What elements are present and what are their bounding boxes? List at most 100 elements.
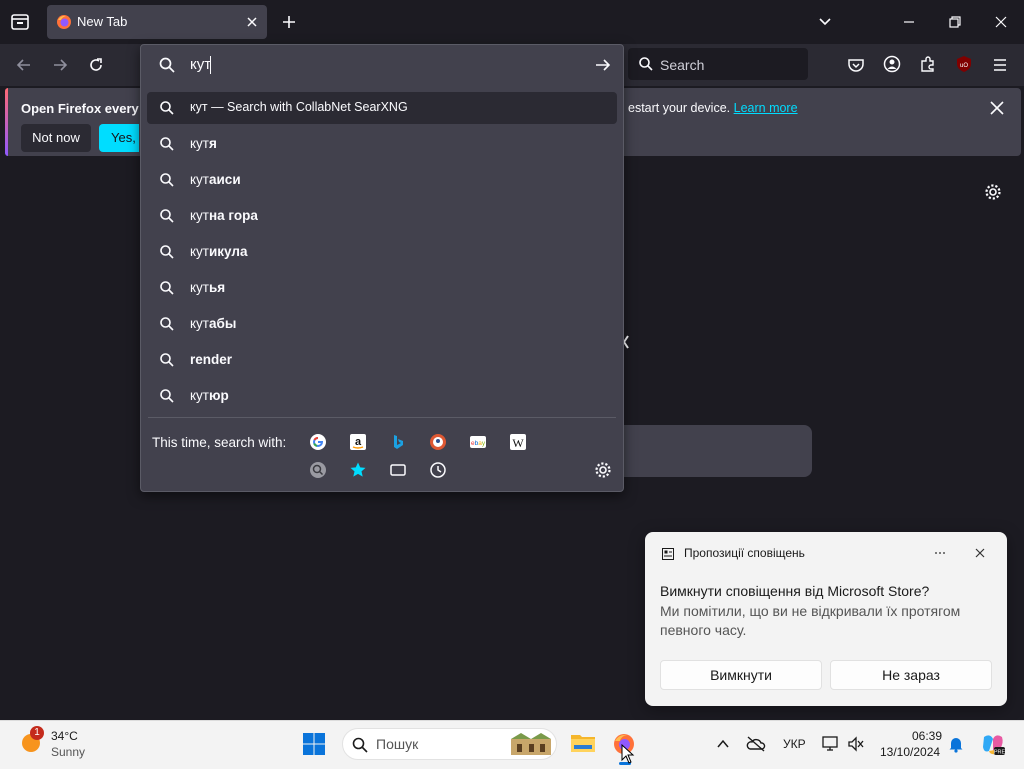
duckduckgo-icon[interactable] xyxy=(429,433,447,451)
show-hidden-icons-icon[interactable] xyxy=(716,737,730,751)
pocket-icon[interactable] xyxy=(847,56,865,74)
suggestion-text: кутья xyxy=(190,280,225,295)
learn-more-link[interactable]: Learn more xyxy=(734,101,798,115)
network-icon[interactable] xyxy=(822,735,840,753)
newtab-search-box[interactable] xyxy=(624,425,812,477)
input-language[interactable]: УКР xyxy=(783,737,806,751)
search-bar-placeholder: Search xyxy=(660,57,705,73)
weather-temperature[interactable]: 34°C xyxy=(51,729,78,743)
bookmarks-icon[interactable] xyxy=(349,461,367,479)
notification-bell-icon[interactable] xyxy=(948,735,964,753)
speaker-muted-icon[interactable] xyxy=(847,735,865,753)
bing-icon[interactable] xyxy=(389,433,407,451)
suggestion-typed: кут xyxy=(190,244,209,259)
tab-title: New Tab xyxy=(77,14,128,29)
extensions-icon[interactable] xyxy=(919,55,937,73)
ebay-icon[interactable]: ebay xyxy=(469,433,487,451)
minimize-icon[interactable] xyxy=(901,14,917,30)
ublock-origin-icon[interactable]: uO xyxy=(955,55,973,73)
notification-suggestions-icon xyxy=(662,548,674,560)
menu-icon[interactable] xyxy=(991,56,1009,74)
clock-date[interactable]: 13/10/2024 xyxy=(880,745,940,759)
not-now-button[interactable]: Not now xyxy=(21,124,91,152)
notification-accent xyxy=(5,88,8,156)
suggestion-completion: render xyxy=(190,352,233,367)
amazon-icon[interactable]: a xyxy=(349,433,367,451)
search-icon xyxy=(159,136,175,152)
wikipedia-icon[interactable]: W xyxy=(509,433,527,451)
search-with-text: кут — Search with CollabNet SearXNG xyxy=(190,100,408,114)
search-bar[interactable]: Search xyxy=(628,48,808,80)
toast-title: Вимкнути сповіщення від Microsoft Store? xyxy=(660,583,930,599)
suggestion-row[interactable]: кутна гора xyxy=(147,200,617,232)
google-icon[interactable] xyxy=(309,433,327,451)
suggestion-row[interactable]: кутабы xyxy=(147,308,617,340)
suggestion-completion: я xyxy=(209,136,217,151)
suggestion-text: кутна гора xyxy=(190,208,258,223)
tab-new-tab[interactable]: New Tab xyxy=(47,5,267,39)
account-icon[interactable] xyxy=(883,55,901,73)
reload-icon[interactable] xyxy=(87,56,105,74)
forward-icon[interactable] xyxy=(51,56,69,74)
searxng-icon[interactable] xyxy=(309,461,327,479)
suggestion-row[interactable]: кутя xyxy=(147,128,617,160)
start-windows-icon[interactable] xyxy=(302,732,326,756)
firefox-logo-icon xyxy=(56,14,72,30)
suggestion-row[interactable]: кутюр xyxy=(147,380,617,412)
search-highlight-icon xyxy=(509,731,553,757)
history-icon[interactable] xyxy=(429,461,447,479)
divider xyxy=(148,417,616,418)
weather-description[interactable]: Sunny xyxy=(51,745,85,759)
suggestion-row[interactable]: кутикула xyxy=(147,236,617,268)
firefox-view-icon[interactable] xyxy=(10,12,30,32)
urlbar-input[interactable]: кут xyxy=(190,56,211,73)
toast-body: Ми помітили, що ви не відкривали їх прот… xyxy=(660,603,961,638)
notification-message-tail: estart your device. Learn more xyxy=(628,101,798,115)
go-arrow-icon[interactable] xyxy=(594,56,612,74)
suggestion-completion: абы xyxy=(209,316,237,331)
search-icon xyxy=(159,280,175,296)
onedrive-offline-icon[interactable] xyxy=(746,735,766,753)
suggestion-row[interactable]: кутаиси xyxy=(147,164,617,196)
urlbar-search-with-row[interactable]: кут — Search with CollabNet SearXNG xyxy=(147,92,617,124)
suggestion-typed: кут xyxy=(190,208,209,223)
suggestion-row[interactable]: render xyxy=(147,344,617,376)
svg-text:a: a xyxy=(355,436,362,448)
suggestion-typed: кут xyxy=(190,316,209,331)
taskbar-search-box[interactable]: Пошук xyxy=(342,728,557,760)
turn-off-button[interactable]: Вимкнути xyxy=(660,660,822,690)
search-settings-gear-icon[interactable] xyxy=(594,461,612,479)
not-now-toast-button[interactable]: Не зараз xyxy=(830,660,992,690)
suggestion-completion: ья xyxy=(209,280,226,295)
suggestion-text: render xyxy=(190,352,232,367)
suggestion-text: кутабы xyxy=(190,316,236,331)
close-toast-icon[interactable] xyxy=(974,547,986,559)
search-icon xyxy=(159,352,175,368)
list-all-tabs-icon[interactable] xyxy=(817,14,833,30)
search-icon xyxy=(159,316,175,332)
close-window-icon[interactable] xyxy=(993,14,1009,30)
restore-icon[interactable] xyxy=(947,14,963,30)
suggestion-typed: кут xyxy=(190,280,209,295)
new-tab-icon[interactable] xyxy=(281,14,297,30)
yes-button[interactable]: Yes, c xyxy=(99,124,139,152)
file-explorer-icon[interactable] xyxy=(570,731,596,755)
urlbar-search-icon xyxy=(158,56,176,74)
suggestion-typed: кут xyxy=(190,172,209,187)
clock-time[interactable]: 06:39 xyxy=(912,729,942,743)
close-notification-icon[interactable] xyxy=(989,100,1005,116)
suggestion-typed: кут xyxy=(190,136,209,151)
back-icon[interactable] xyxy=(15,56,33,74)
suggestion-text: кутюр xyxy=(190,388,229,403)
windows-notification-toast: Пропозиції сповіщень Вимкнути сповіщення… xyxy=(645,532,1007,706)
search-icon xyxy=(638,56,654,72)
search-icon xyxy=(159,388,175,404)
notification-message: Open Firefox every ti xyxy=(21,101,151,116)
more-options-icon[interactable] xyxy=(933,546,947,560)
suggestion-row[interactable]: кутья xyxy=(147,272,617,304)
close-tab-icon[interactable] xyxy=(245,15,259,29)
personalize-gear-icon[interactable] xyxy=(984,183,1002,201)
tabs-icon[interactable] xyxy=(389,461,407,479)
copilot-icon[interactable]: PRE xyxy=(980,731,1006,757)
suggestion-completion: аиси xyxy=(209,172,241,187)
